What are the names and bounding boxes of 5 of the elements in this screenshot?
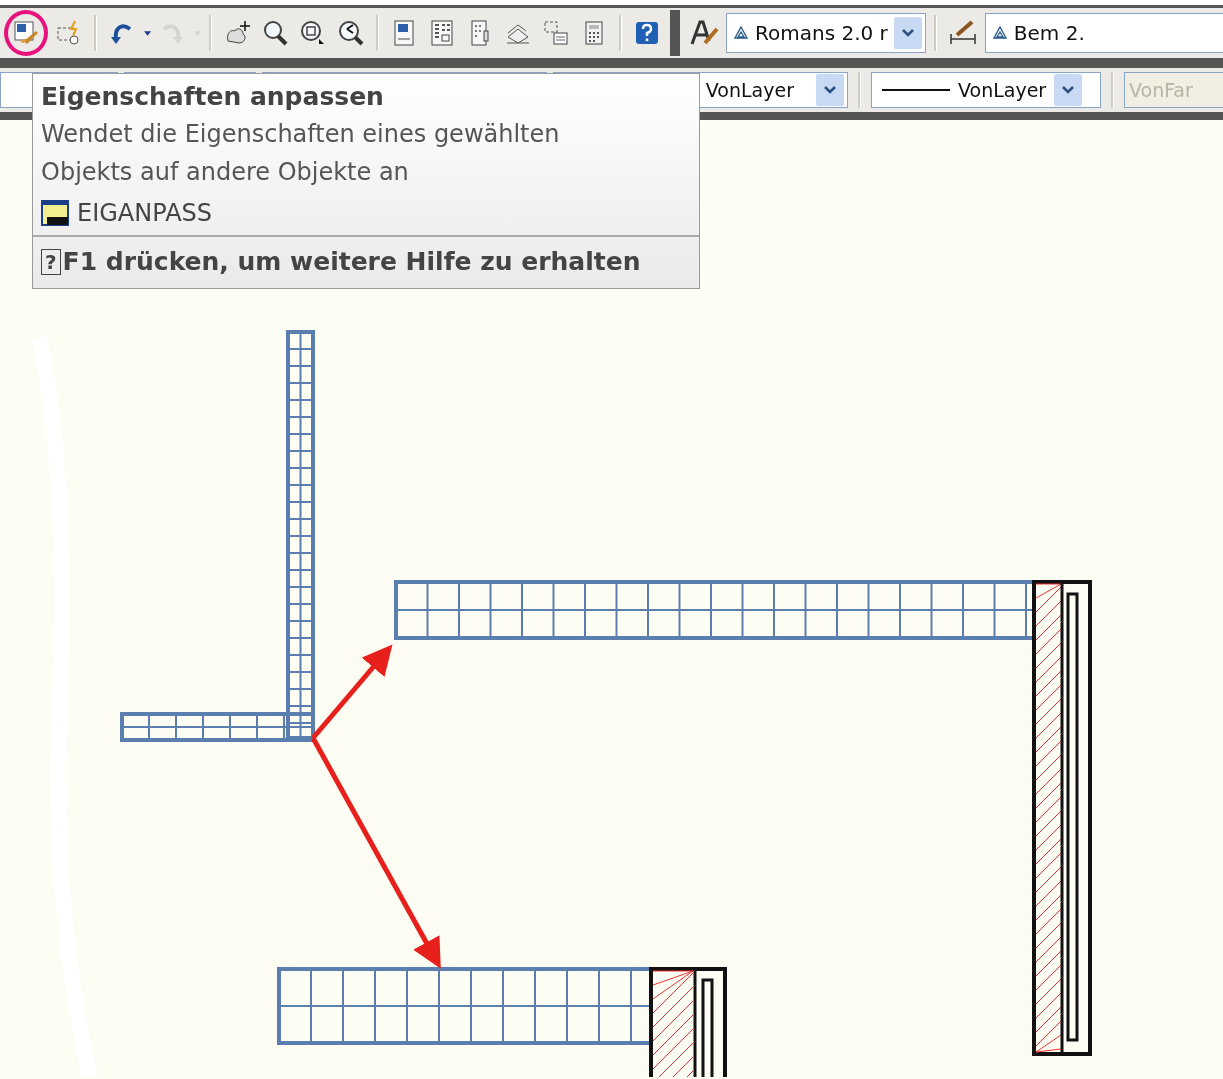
help-hint: F1 drücken, um weitere Hilfe zu erhalten [62, 247, 641, 276]
tooltip-title: Eigenschaften anpassen [41, 82, 384, 111]
help-icon: ? [41, 248, 61, 275]
tooltip-description: Wendet die Eigenschaften eines gewählten Objekts auf andere Objekte an [41, 119, 561, 188]
command-name: EIGANPASS [77, 199, 213, 227]
